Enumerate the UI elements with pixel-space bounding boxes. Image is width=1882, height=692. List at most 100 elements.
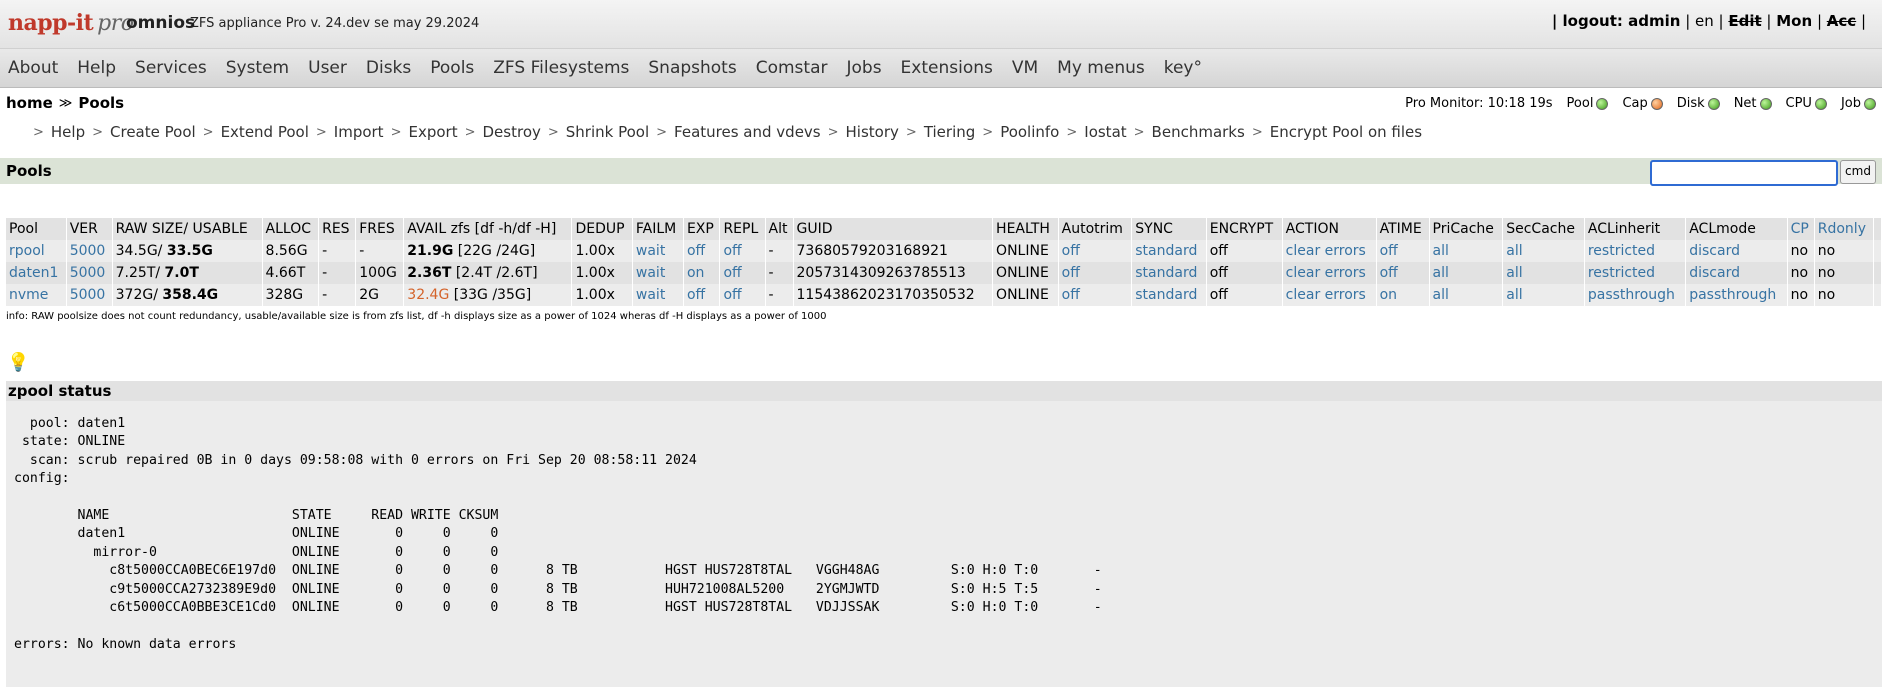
pool-autotrim-link[interactable]: off <box>1058 284 1133 306</box>
pool-seccache-link[interactable]: all <box>1502 262 1585 284</box>
submenu-shrink-pool[interactable]: Shrink Pool <box>566 123 649 141</box>
submenu-create-pool[interactable]: Create Pool <box>110 123 196 141</box>
pool-repl-link[interactable]: off <box>719 240 766 262</box>
pool-failm-link[interactable]: wait <box>632 262 684 284</box>
submenu-help[interactable]: Help <box>51 123 85 141</box>
pool-res: - <box>318 240 357 262</box>
menu-services[interactable]: Services <box>135 58 207 78</box>
submenu-import[interactable]: Import <box>334 123 384 141</box>
pool-name-link[interactable]: rpool <box>6 240 67 262</box>
submenu-benchmarks[interactable]: Benchmarks <box>1152 123 1245 141</box>
col-cp[interactable]: CP <box>1787 218 1815 240</box>
breadcrumb-home[interactable]: home <box>6 94 53 112</box>
pool-seccache-link[interactable]: all <box>1502 240 1585 262</box>
menu-pools[interactable]: Pools <box>430 58 474 78</box>
menu-snapshots[interactable]: Snapshots <box>648 58 736 78</box>
pool-failm-link[interactable]: wait <box>632 284 684 306</box>
pool-sync-link[interactable]: standard <box>1131 240 1207 262</box>
menu-jobs[interactable]: Jobs <box>846 58 881 78</box>
submenu-history[interactable]: History <box>846 123 899 141</box>
menu-vm[interactable]: VM <box>1012 58 1038 78</box>
submenu-tiering[interactable]: Tiering <box>924 123 975 141</box>
submenu-poolinfo[interactable]: Poolinfo <box>1000 123 1059 141</box>
cmd-button[interactable]: cmd <box>1840 160 1876 184</box>
pool-rdonly: no <box>1814 284 1875 306</box>
menu-disks[interactable]: Disks <box>366 58 411 78</box>
pool-name-link[interactable]: nvme <box>6 284 67 306</box>
col-rdonly[interactable]: Rdonly <box>1814 218 1875 240</box>
submenu-iostat[interactable]: Iostat <box>1084 123 1126 141</box>
pool-pricache-link[interactable]: all <box>1429 262 1504 284</box>
col-encrypt: ENCRYPT <box>1206 218 1283 240</box>
pool-aclmode-link[interactable]: discard <box>1685 262 1788 284</box>
pool-pricache-link[interactable]: all <box>1429 240 1504 262</box>
lightbulb-icon[interactable]: 💡 <box>7 352 1882 373</box>
menu-key[interactable]: key° <box>1164 58 1202 78</box>
pool-autotrim-link[interactable]: off <box>1058 262 1133 284</box>
language-link[interactable]: en <box>1695 12 1714 30</box>
clear-errors-link[interactable]: clear errors <box>1282 284 1377 306</box>
status-led-icon <box>1759 97 1772 110</box>
pool-version-link[interactable]: 5000 <box>66 240 113 262</box>
menu-about[interactable]: About <box>8 58 58 78</box>
monitor-cpu[interactable]: CPU <box>1786 96 1827 111</box>
submenu-destroy[interactable]: Destroy <box>483 123 541 141</box>
menu-my-menus[interactable]: My menus <box>1057 58 1145 78</box>
submenu-extend-pool[interactable]: Extend Pool <box>221 123 309 141</box>
monitor-cap[interactable]: Cap <box>1622 96 1663 111</box>
user-bar: | logout: admin | en | Edit | Mon | Acc … <box>1551 12 1866 30</box>
pool-aclinherit-link[interactable]: restricted <box>1584 262 1687 284</box>
menu-comstar[interactable]: Comstar <box>756 58 828 78</box>
pool-name-link[interactable]: daten1 <box>6 262 67 284</box>
napp-it-logo[interactable]: napp-it pro <box>8 10 134 36</box>
logout-link[interactable]: | logout: admin <box>1552 12 1681 30</box>
menu-user[interactable]: User <box>308 58 347 78</box>
pool-atime-link[interactable]: off <box>1376 240 1430 262</box>
pool-version-link[interactable]: 5000 <box>66 262 113 284</box>
pool-guid: 11543862023170350532 <box>793 284 994 306</box>
mon-link[interactable]: Mon <box>1776 12 1812 30</box>
col-alt: Alt <box>765 218 794 240</box>
menu-zfs-filesystems[interactable]: ZFS Filesystems <box>493 58 629 78</box>
monitor-pool[interactable]: Pool <box>1567 96 1609 111</box>
monitor-job[interactable]: Job <box>1841 96 1876 111</box>
pool-repl-link[interactable]: off <box>719 262 766 284</box>
menu-help[interactable]: Help <box>77 58 116 78</box>
pool-seccache-link[interactable]: all <box>1502 284 1585 306</box>
pool-autotrim-link[interactable]: off <box>1058 240 1133 262</box>
submenu-encrypt-pool[interactable]: Encrypt Pool on files <box>1270 123 1422 141</box>
submenu-features-vdevs[interactable]: Features and vdevs <box>674 123 821 141</box>
clear-errors-link[interactable]: clear errors <box>1282 262 1377 284</box>
cmd-input[interactable] <box>1650 160 1838 186</box>
pool-aclinherit-link[interactable]: restricted <box>1584 240 1687 262</box>
pool-atime-link[interactable]: off <box>1376 262 1430 284</box>
pool-aclmode-link[interactable]: discard <box>1685 240 1788 262</box>
breadcrumb-current[interactable]: Pools <box>78 94 124 112</box>
pool-repl-link[interactable]: off <box>719 284 766 306</box>
monitor-net[interactable]: Net <box>1734 96 1772 111</box>
pool-failm-link[interactable]: wait <box>632 240 684 262</box>
pool-atime-link[interactable]: on <box>1376 284 1430 306</box>
raw-size: 34.5G/ <box>115 243 163 259</box>
clear-errors-link[interactable]: clear errors <box>1282 240 1377 262</box>
pool-sync-link[interactable]: standard <box>1131 284 1207 306</box>
monitor-disk[interactable]: Disk <box>1677 96 1720 111</box>
submenu-export[interactable]: Export <box>408 123 457 141</box>
pool-exp-link[interactable]: off <box>683 284 721 306</box>
col-action: ACTION <box>1282 218 1377 240</box>
pool-aclmode-link[interactable]: passthrough <box>1685 284 1788 306</box>
pool-raw-size: 372G/ 358.4G <box>112 284 263 306</box>
menu-extensions[interactable]: Extensions <box>901 58 993 78</box>
pool-exp-link[interactable]: off <box>683 240 721 262</box>
pool-version-link[interactable]: 5000 <box>66 284 113 306</box>
pool-alloc: 8.56G <box>262 240 320 262</box>
edit-link[interactable]: Edit <box>1728 12 1761 30</box>
pool-sync-link[interactable]: standard <box>1131 262 1207 284</box>
pool-raw-size: 7.25T/ 7.0T <box>112 262 263 284</box>
pool-pricache-link[interactable]: all <box>1429 284 1504 306</box>
pool-aclinherit-link[interactable]: passthrough <box>1584 284 1687 306</box>
col-filler <box>1873 218 1882 240</box>
pool-exp-link[interactable]: on <box>683 262 721 284</box>
acc-link[interactable]: Acc <box>1827 12 1856 30</box>
menu-system[interactable]: System <box>226 58 289 78</box>
